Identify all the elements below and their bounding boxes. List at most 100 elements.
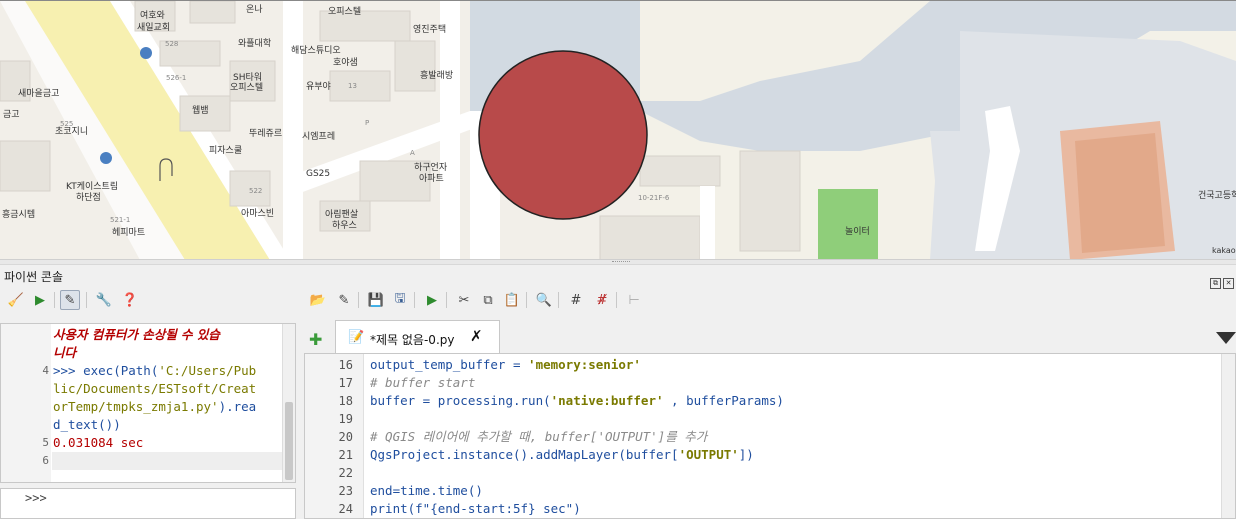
- open-file-icon[interactable]: 📂: [308, 290, 328, 310]
- sports-field-inner: [1075, 133, 1165, 253]
- park-area: [818, 189, 878, 259]
- code-line-text: buffer = processing.run('native:buffer' …: [370, 393, 784, 408]
- toolbar-separator: [358, 292, 359, 308]
- map-label: A: [410, 149, 415, 157]
- code-line: 19: [305, 410, 1205, 428]
- uncomment-icon[interactable]: #̸: [592, 290, 612, 310]
- options-wrench-icon[interactable]: 🔧: [94, 290, 114, 310]
- new-tab-icon[interactable]: ✚: [309, 330, 322, 349]
- map-label: 아마스빈: [241, 209, 275, 219]
- map-label: 놀이터: [845, 227, 870, 237]
- code-line: 20 # QGIS 레이어에 추가할 때, buffer['OUTPUT']를 추…: [305, 428, 1205, 446]
- console-toolbar: 🧹 ▶ ✎ 🔧 ❓: [4, 290, 144, 312]
- map-label: 호야샘: [333, 58, 358, 68]
- code-line-text: output_temp_buffer = 'memory:senior': [370, 357, 641, 372]
- line-number: 18: [338, 394, 353, 408]
- map-label: 온나: [246, 5, 263, 15]
- editor-scrollbar[interactable]: [1221, 354, 1235, 518]
- console-line-text: 사용자 컴퓨터가 손상될 수 있습: [53, 327, 220, 342]
- map-label: 해담스튜디오: [291, 46, 341, 56]
- help-icon[interactable]: ❓: [120, 290, 140, 310]
- map-label: 522: [249, 187, 263, 195]
- toolbar-separator: [86, 292, 87, 308]
- line-number: 23: [338, 484, 353, 498]
- close-tab-icon[interactable]: ✗: [470, 327, 483, 345]
- map-label: 시엠프레: [302, 132, 336, 142]
- comment-icon[interactable]: #: [566, 290, 586, 310]
- map-label: 와플대학: [238, 39, 272, 49]
- float-panel-icon[interactable]: ⧉: [1210, 278, 1221, 289]
- console-prompt: >>>: [25, 491, 47, 505]
- line-number: 20: [338, 430, 353, 444]
- object-inspector-icon[interactable]: ⊢: [624, 290, 644, 310]
- console-line-text: orTemp/tmpks_zmja1.py').rea: [53, 399, 257, 414]
- map-label: KT케이스트림: [66, 182, 119, 192]
- map-label: GS25: [306, 169, 331, 179]
- console-line-text: >>> exec(Path('C:/Users/Pub: [53, 363, 257, 378]
- close-panel-icon[interactable]: ✕: [1223, 278, 1234, 289]
- map-label: 새마을금고: [18, 89, 60, 99]
- open-in-external-editor-icon[interactable]: ✎: [334, 290, 354, 310]
- python-console-title: 파이썬 콘솔: [4, 270, 64, 284]
- console-line-text: lic/Documents/ESTsoft/Creat: [53, 381, 257, 396]
- paste-icon[interactable]: 📋: [502, 290, 522, 310]
- map-label: 아파트: [419, 174, 444, 184]
- code-editor[interactable]: 16 output_temp_buffer = 'memory:senior' 17…: [304, 353, 1236, 519]
- tab-list-icon[interactable]: [1216, 332, 1236, 344]
- toolbar-separator: [616, 292, 617, 308]
- show-editor-icon[interactable]: ✎: [60, 290, 80, 310]
- map-label: 526-1: [166, 74, 187, 82]
- editor-toolbar: 📂 ✎ 💾 🖫 ▶ ✂ ⧉ 📋 🔍 # #̸ ⊢: [308, 290, 648, 312]
- cut-icon[interactable]: ✂: [454, 290, 474, 310]
- line-number: 24: [338, 502, 353, 516]
- map-label: 헤피마트: [112, 228, 146, 238]
- map-label: 오피스텔: [328, 7, 362, 17]
- map-label: 영진주택: [413, 25, 447, 35]
- map-label: 10-21F-6: [638, 194, 670, 202]
- line-number: 4: [42, 364, 49, 377]
- bus-stop-icon: [100, 152, 112, 164]
- line-number: 16: [338, 358, 353, 372]
- python-file-icon: 📝: [348, 330, 365, 345]
- scrollbar-thumb[interactable]: [285, 402, 293, 480]
- line-number: 17: [338, 376, 353, 390]
- console-input[interactable]: >>>: [0, 488, 296, 519]
- console-output[interactable]: 사용자 컴퓨터가 손상될 수 있습니다 4 >>> exec(Path('C:/Us…: [0, 323, 296, 483]
- toolbar-separator: [414, 292, 415, 308]
- current-line-highlight: [52, 452, 282, 470]
- map-label: 하우스: [332, 221, 357, 231]
- editor-tab-bar: ✚ 📝 *제목 없음-0.py ✗: [305, 318, 1236, 354]
- map-label: 하구언자: [414, 163, 448, 173]
- console-scrollbar[interactable]: [282, 324, 295, 482]
- toolbar-separator: [446, 292, 447, 308]
- line-number: 21: [338, 448, 353, 462]
- map-canvas[interactable]: 여호와 새일교회 온나 오피스텔 영진주택 와플대학 해담스튜디오 호야샘 흥발…: [0, 0, 1236, 259]
- find-icon[interactable]: 🔍: [534, 290, 554, 310]
- copy-icon[interactable]: ⧉: [478, 290, 498, 310]
- code-line: 24 print(f"{end-start:5f} sec"): [305, 500, 1205, 518]
- console-line-text: 니다: [53, 345, 77, 360]
- line-number: 19: [338, 412, 353, 426]
- map-label: 아림팬살: [325, 210, 359, 220]
- tab-untitled-0[interactable]: 📝 *제목 없음-0.py ✗: [335, 320, 500, 354]
- code-line: 22: [305, 464, 1205, 482]
- run-command-icon[interactable]: ▶: [30, 290, 50, 310]
- splitter-grip[interactable]: [612, 261, 630, 264]
- clear-console-icon[interactable]: 🧹: [6, 290, 26, 310]
- map-label: 건국고등학: [1198, 191, 1236, 201]
- map-console-splitter[interactable]: [0, 259, 1236, 265]
- code-line: 23 end=time.time(): [305, 482, 1205, 500]
- run-script-icon[interactable]: ▶: [422, 290, 442, 310]
- map-label: 웹뱀: [192, 106, 209, 116]
- line-number: 5: [42, 436, 49, 449]
- save-as-icon[interactable]: 🖫: [390, 290, 410, 310]
- map-label: 흥발래방: [420, 71, 454, 81]
- map-label: 521-1: [110, 216, 131, 224]
- map-label: 525: [60, 120, 74, 128]
- code-line-text: # buffer start: [370, 375, 476, 390]
- map-label: 흥금시템: [2, 210, 36, 220]
- save-icon[interactable]: 💾: [366, 290, 386, 310]
- code-line-text: # QGIS 레이어에 추가할 때, buffer['OUTPUT']를 추가: [370, 429, 708, 444]
- map-label: 금고: [3, 110, 20, 120]
- buffer-circle[interactable]: [478, 50, 648, 220]
